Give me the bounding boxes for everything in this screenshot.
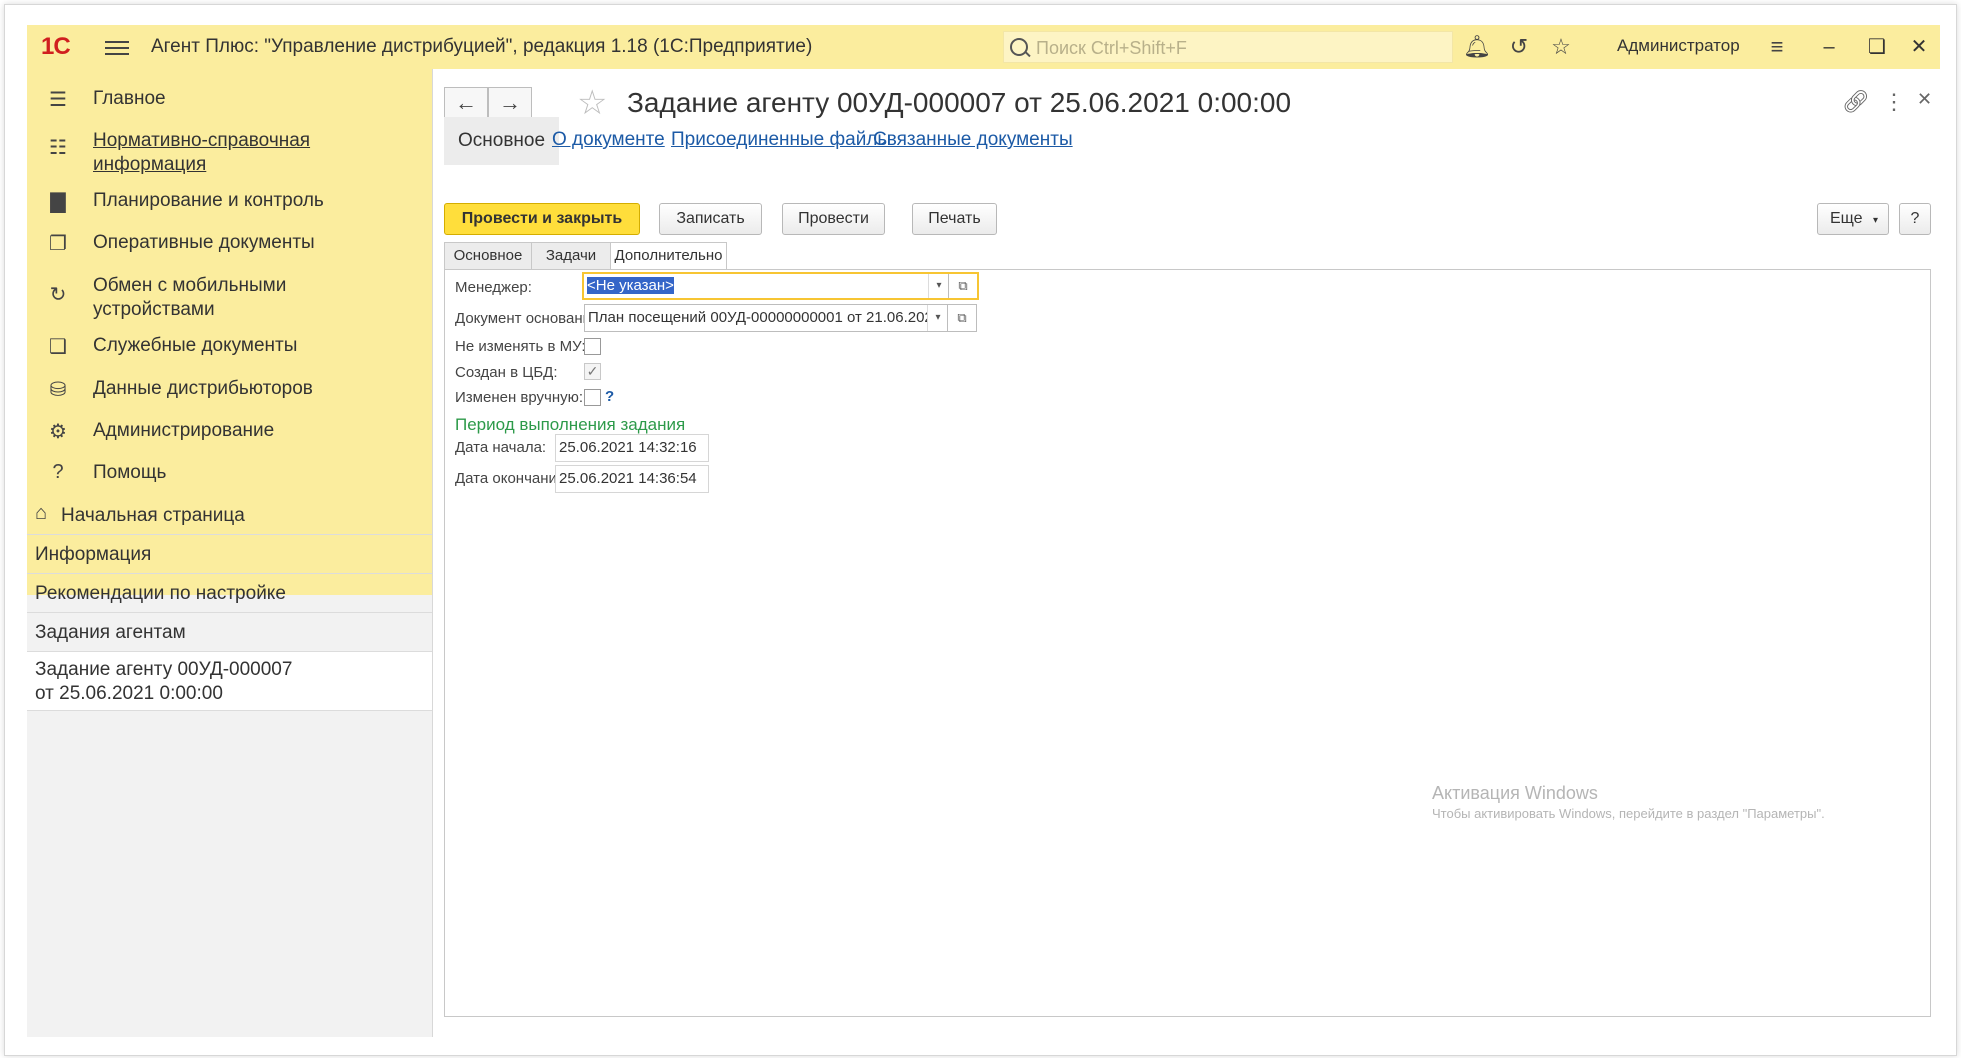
manager-field[interactable]: <Не указан> ▾ ⧉ — [582, 272, 979, 300]
restore-icon[interactable]: ❏ — [1863, 33, 1891, 61]
open-item-label: Информация — [35, 544, 152, 565]
page-tab-main[interactable]: Основное — [444, 242, 532, 270]
search-input[interactable]: Поиск Ctrl+Shift+F — [1003, 31, 1453, 63]
basis-document-value: План посещений 00УД-00000000001 от 21.06… — [588, 309, 977, 326]
sync-icon: ↻ — [49, 284, 67, 306]
open-item-home[interactable]: ⌂ Начальная страница — [27, 496, 432, 535]
back-button[interactable]: ← — [444, 87, 488, 121]
chart-icon: ▇ — [50, 191, 66, 213]
open-item-recommendations[interactable]: Рекомендации по настройке — [27, 574, 432, 613]
created-in-cbd-label: Создан в ЦБД: — [455, 364, 558, 381]
more-button[interactable]: Еще ▾ — [1817, 203, 1889, 235]
post-button[interactable]: Провести — [782, 203, 885, 235]
save-button[interactable]: Записать — [659, 203, 762, 235]
manual-change-help[interactable]: ? — [605, 388, 614, 405]
windows-activation-title: Активация Windows — [1432, 783, 1598, 803]
post-and-close-button[interactable]: Провести и закрыть — [444, 203, 640, 235]
basis-document-label: Документ основание: — [455, 310, 604, 327]
forward-button[interactable]: → — [488, 87, 532, 121]
tab-related-documents[interactable]: Связанные документы — [873, 129, 1073, 151]
history-icon[interactable]: ↺ — [1505, 33, 1533, 61]
page-tab-tasks[interactable]: Задачи — [531, 242, 611, 270]
end-date-field[interactable]: 25.06.2021 14:36:54 — [555, 465, 709, 493]
search-icon — [1010, 38, 1028, 56]
documents-icon: ❐ — [49, 233, 67, 255]
manager-value: <Не указан> — [587, 277, 674, 294]
open-icon[interactable]: ⧉ — [948, 274, 977, 298]
section-label: Служебные документы — [93, 335, 298, 356]
created-in-cbd-checkbox: ✓ — [584, 363, 601, 380]
sidebar: ☰ Главное ☷ Нормативно-справочная информ… — [27, 69, 433, 1037]
print-button[interactable]: Печать — [912, 203, 997, 235]
tab-main[interactable]: Основное — [444, 117, 560, 165]
basis-document-field[interactable]: План посещений 00УД-00000000001 от 21.06… — [584, 304, 977, 332]
catalog-icon: ☷ — [49, 137, 67, 159]
dropdown-icon[interactable]: ▾ — [928, 274, 949, 298]
open-icon[interactable]: ⧉ — [947, 305, 976, 331]
open-item-label: Рекомендации по настройке — [35, 583, 286, 604]
section-label: Планирование и контроль — [93, 190, 324, 211]
main-menu-icon[interactable] — [105, 37, 129, 57]
home-icon: ⌂ — [35, 502, 48, 524]
1c-logo: 1С — [41, 33, 71, 60]
app-title: Агент Плюс: "Управление дистрибуцией", р… — [151, 36, 813, 57]
app-window: 1С Агент Плюс: "Управление дистрибуцией"… — [27, 25, 1940, 1037]
manager-label: Менеджер: — [455, 279, 532, 296]
open-item-current-document[interactable]: Задание агенту 00УД-000007 от 25.06.2021… — [27, 652, 432, 711]
open-item-information[interactable]: Информация — [27, 535, 432, 574]
additional-panel: Менеджер: <Не указан> ▾ ⧉ Документ основ… — [444, 269, 1931, 1017]
open-item-agent-tasks[interactable]: Задания агентам — [27, 613, 432, 652]
link-icon[interactable]: 🔗︎ — [1842, 89, 1870, 115]
close-form-icon[interactable]: ✕ — [1917, 89, 1932, 110]
more-button-label: Еще — [1830, 210, 1863, 227]
start-date-label: Дата начала: — [455, 439, 547, 456]
settings-menu-icon[interactable]: ≡ — [1763, 33, 1791, 61]
open-item-label: Начальная страница — [61, 505, 245, 526]
end-date-label: Дата окончания: — [455, 470, 570, 487]
close-window-icon[interactable]: ✕ — [1905, 33, 1933, 61]
no-change-label: Не изменять в МУ: — [455, 338, 586, 355]
gear-icon: ⚙ — [49, 421, 67, 443]
title-bar: 1С Агент Плюс: "Управление дистрибуцией"… — [27, 25, 1940, 69]
section-label: Данные дистрибьюторов — [93, 378, 313, 399]
current-user[interactable]: Администратор — [1617, 36, 1740, 56]
page-tab-additional[interactable]: Дополнительно — [610, 242, 727, 271]
tab-attached-files[interactable]: Присоединенные файлы — [671, 129, 891, 151]
document-title: Задание агенту 00УД-000007 от 25.06.2021… — [627, 87, 1292, 118]
help-button[interactable]: ? — [1899, 203, 1931, 235]
tab-about-document[interactable]: О документе — [552, 129, 665, 151]
menu-icon: ☰ — [49, 89, 67, 111]
minimize-icon[interactable]: – — [1815, 33, 1843, 61]
section-label: Помощь — [93, 462, 167, 483]
start-date-field[interactable]: 25.06.2021 14:32:16 — [555, 434, 709, 462]
section-label: Администрирование — [93, 420, 275, 441]
window-frame: 1С Агент Плюс: "Управление дистрибуцией"… — [4, 4, 1957, 1056]
manual-change-label: Изменен вручную: — [455, 389, 584, 406]
windows-activation-text: Чтобы активировать Windows, перейдите в … — [1432, 806, 1825, 821]
bell-icon[interactable]: 🔔︎ — [1463, 33, 1491, 61]
search-placeholder: Поиск Ctrl+Shift+F — [1036, 38, 1187, 58]
more-vertical-icon[interactable]: ⋮ — [1883, 89, 1905, 115]
manual-change-checkbox[interactable] — [584, 389, 601, 406]
document-form: ← → ☆ Задание агенту 00УД-000007 от 25.0… — [433, 69, 1940, 1037]
chevron-down-icon: ▾ — [1873, 215, 1879, 226]
distributor-data-icon: ⛁ — [49, 379, 67, 401]
section-label: Главное — [93, 88, 166, 109]
favorites-star-icon[interactable]: ☆ — [1547, 33, 1575, 61]
dropdown-icon[interactable]: ▾ — [927, 305, 948, 331]
open-item-label: Задания агентам — [35, 622, 186, 643]
section-label: Нормативно-справочная информация — [93, 130, 311, 175]
section-label: Оперативные документы — [93, 232, 315, 253]
period-group-title: Период выполнения задания — [455, 415, 686, 434]
no-change-checkbox[interactable] — [584, 338, 601, 355]
favorite-star-icon[interactable]: ☆ — [577, 83, 607, 123]
service-docs-icon: ❑ — [49, 336, 67, 358]
section-label: Обмен с мобильными устройствами — [93, 275, 287, 320]
open-item-label: Задание агенту 00УД-000007 от 25.06.2021… — [35, 659, 293, 704]
help-icon: ? — [52, 461, 64, 483]
